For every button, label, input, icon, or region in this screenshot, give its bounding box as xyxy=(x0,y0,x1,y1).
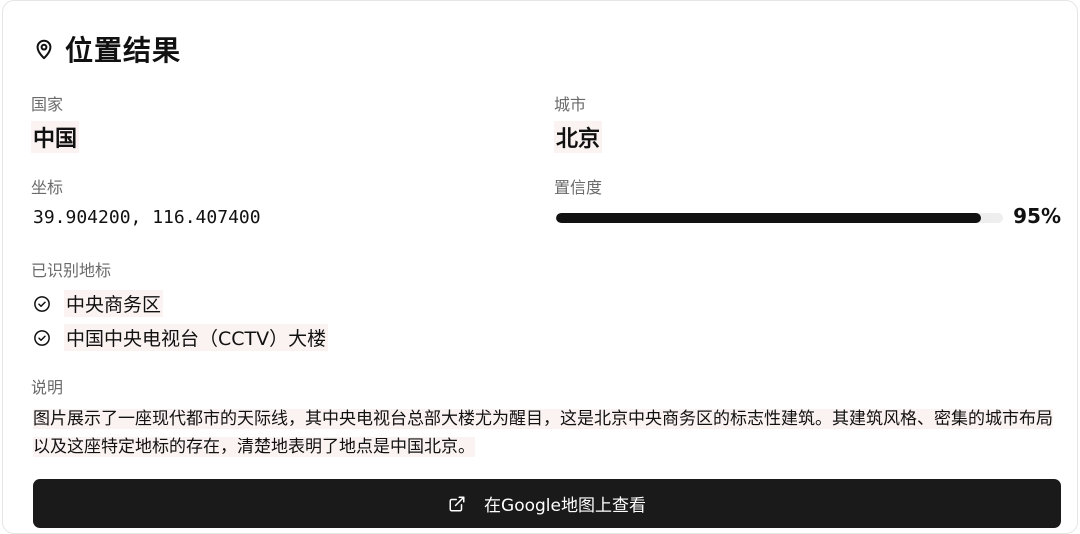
external-link-icon xyxy=(449,496,465,511)
description-label: 说明 xyxy=(31,378,64,397)
landmark-name: 中央商务区 xyxy=(64,290,164,317)
confidence-label: 置信度 xyxy=(554,178,603,197)
landmark-item: 中国中央电视台（CCTV）大楼 xyxy=(33,324,329,351)
check-circle-icon xyxy=(34,295,50,312)
coordinates-label: 坐标 xyxy=(31,178,64,197)
location-result-card: 位置结果 国家 中国 城市 北京 坐标 39.904200, 116.40740… xyxy=(2,0,1078,534)
page-title: 位置结果 xyxy=(65,34,182,67)
coordinates-value: 39.904200, 116.407400 xyxy=(33,207,261,228)
result-header: 位置结果 xyxy=(33,29,181,69)
description-text: 图片展示了一座现代都市的天际线，其中央电视台总部大楼尤为醒目，这是北京中央商务区… xyxy=(33,409,1053,457)
confidence-meter: 95% xyxy=(556,204,1061,232)
city-value: 北京 xyxy=(554,121,603,153)
landmark-item: 中央商务区 xyxy=(33,290,164,317)
view-on-google-maps-button[interactable]: 在Google地图上查看 xyxy=(33,479,1061,528)
map-pin-icon xyxy=(36,39,52,60)
country-label: 国家 xyxy=(31,95,64,114)
confidence-fill xyxy=(556,213,981,223)
city-label: 城市 xyxy=(554,95,587,114)
view-on-google-maps-label: 在Google地图上查看 xyxy=(484,496,646,516)
landmarks-label: 已识别地标 xyxy=(31,261,112,280)
description-text-block: 图片展示了一座现代都市的天际线，其中央电视台总部大楼尤为醒目，这是北京中央商务区… xyxy=(33,405,1063,461)
confidence-track xyxy=(556,213,1003,223)
landmark-name: 中国中央电视台（CCTV）大楼 xyxy=(64,324,329,351)
confidence-percent: 95% xyxy=(1013,204,1061,228)
check-circle-icon xyxy=(34,329,50,346)
country-value: 中国 xyxy=(31,121,80,153)
